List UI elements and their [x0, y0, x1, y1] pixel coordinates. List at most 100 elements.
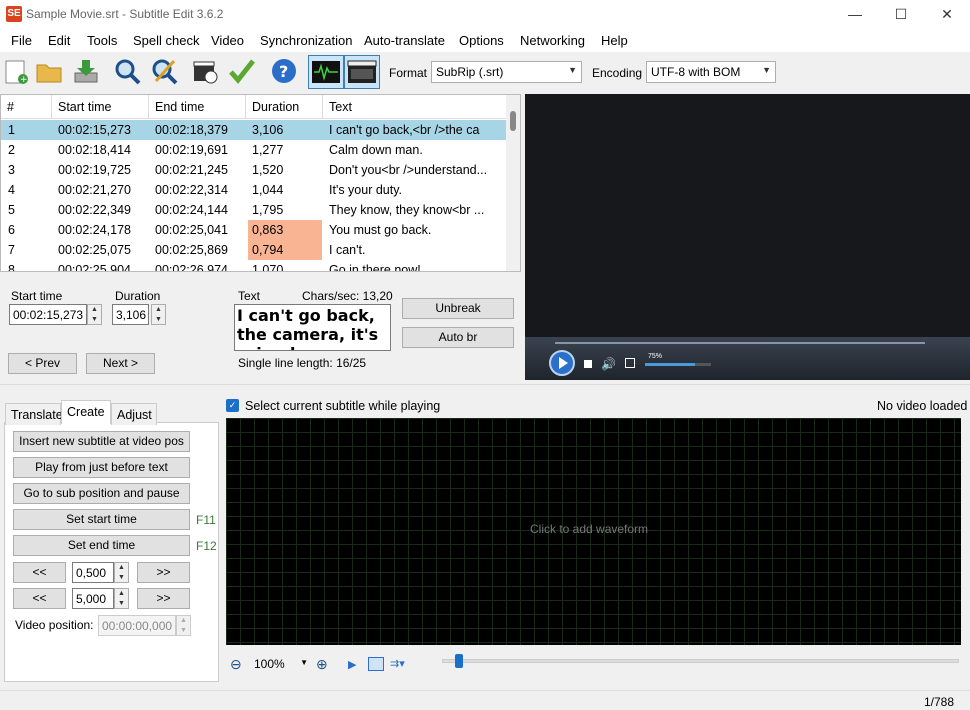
status-bar: 1/788: [0, 690, 970, 710]
volume-slider[interactable]: [645, 363, 711, 366]
table-row[interactable]: 4 00:02:21,270 00:02:22,314 1,044 It's your …: [1, 180, 507, 200]
step-forward-button-2[interactable]: >>: [137, 588, 190, 609]
menu-file[interactable]: File: [11, 33, 32, 48]
menu-auto-translate[interactable]: Auto-translate: [364, 33, 445, 48]
find-icon[interactable]: [113, 57, 141, 85]
format-select[interactable]: SubRip (.srt) ▼: [431, 61, 582, 83]
chars-per-sec: Chars/sec: 13,20: [302, 289, 393, 303]
step-spinner-2[interactable]: ▲ ▼: [114, 588, 129, 609]
zoom-out-icon[interactable]: ⊖: [230, 656, 242, 673]
menu-options[interactable]: Options: [459, 33, 504, 48]
column-header-end[interactable]: End time: [149, 95, 246, 119]
open-folder-icon[interactable]: [35, 57, 63, 85]
waveform-toggle-icon[interactable]: [308, 55, 344, 89]
stop-icon[interactable]: [584, 360, 592, 368]
help-icon[interactable]: ?: [270, 57, 298, 85]
more-actions-icon[interactable]: ⇉▾: [390, 657, 405, 670]
maximize-button[interactable]: ☐: [878, 0, 924, 30]
menu-tools[interactable]: Tools: [87, 33, 117, 48]
unbreak-button[interactable]: Unbreak: [402, 298, 514, 319]
select-while-playing-checkbox[interactable]: ✓: [226, 399, 239, 412]
goto-pause-button[interactable]: Go to sub position and pause: [13, 483, 190, 504]
step-input-2[interactable]: 5,000: [72, 588, 114, 609]
subtitle-count: 1/788: [924, 695, 955, 709]
close-button[interactable]: ✕: [924, 0, 970, 30]
set-end-time-button[interactable]: Set end time: [13, 535, 190, 556]
cell-end: 00:02:19,691: [155, 143, 228, 157]
zoom-in-icon[interactable]: ⊕: [316, 656, 328, 673]
seek-bar[interactable]: [555, 342, 925, 344]
play-icon[interactable]: [549, 350, 575, 376]
duration-spinner[interactable]: ▲ ▼: [151, 304, 166, 325]
tab-translate[interactable]: Translate: [5, 403, 63, 425]
cell-end: 00:02:24,144: [155, 203, 228, 217]
table-row[interactable]: 8 00:02:25,904 00:02:26,974 1,070 Go in ther…: [1, 260, 507, 271]
cell-text: You must go back.: [329, 223, 432, 237]
table-row[interactable]: 5 00:02:22,349 00:02:24,144 1,795 They know,…: [1, 200, 507, 220]
menu-edit[interactable]: Edit: [48, 33, 70, 48]
spell-check-icon[interactable]: [228, 57, 256, 85]
table-row[interactable]: 7 00:02:25,075 00:02:25,869 0,794 I can't.: [1, 240, 507, 260]
table-row[interactable]: 3 00:02:19,725 00:02:21,245 1,520 Don't you<…: [1, 160, 507, 180]
step-forward-button-1[interactable]: >>: [137, 562, 190, 583]
replace-icon[interactable]: [150, 57, 178, 85]
start-time-spinner[interactable]: ▲ ▼: [87, 304, 102, 325]
menu-help[interactable]: Help: [601, 33, 628, 48]
menu-synchronization[interactable]: Synchronization: [260, 33, 353, 48]
volume-icon[interactable]: 🔊: [601, 357, 616, 371]
waveform-canvas[interactable]: Click to add waveform: [226, 418, 961, 645]
visual-sync-icon[interactable]: [191, 57, 219, 85]
play-selection-icon[interactable]: ▶: [348, 658, 356, 671]
menu-networking[interactable]: Networking: [520, 33, 585, 48]
duration-label: Duration: [115, 289, 161, 303]
cell-dur: 0,863: [252, 223, 284, 237]
step-input-1[interactable]: 0,500: [72, 562, 114, 583]
minimize-button[interactable]: —: [832, 0, 878, 30]
cell-dur: 3,106: [252, 123, 284, 137]
tab-create[interactable]: Create: [61, 400, 111, 424]
step-spinner-1[interactable]: ▲ ▼: [114, 562, 129, 583]
video-toggle-icon[interactable]: [344, 55, 380, 89]
set-start-time-button[interactable]: Set start time: [13, 509, 190, 530]
insert-subtitle-button[interactable]: Insert new subtitle at video pos: [13, 431, 190, 452]
step-back-button-1[interactable]: <<: [13, 562, 66, 583]
position-slider-thumb[interactable]: [455, 654, 463, 668]
next-button[interactable]: Next >: [86, 353, 155, 374]
video-position-spinner[interactable]: ▲ ▼: [176, 615, 191, 636]
menu-video[interactable]: Video: [211, 33, 244, 48]
column-header-start[interactable]: Start time: [52, 95, 149, 119]
column-header-duration[interactable]: Duration: [246, 95, 323, 119]
chevron-down-icon: ▼: [762, 65, 771, 75]
video-position-input[interactable]: 00:00:00,000: [98, 615, 176, 636]
duration-input[interactable]: 3,106: [112, 304, 149, 325]
auto-br-button[interactable]: Auto br: [402, 327, 514, 348]
text-label: Text: [238, 289, 261, 303]
table-row[interactable]: 2 00:02:18,414 00:02:19,691 1,277 Calm down …: [1, 140, 507, 160]
download-icon[interactable]: [72, 57, 100, 85]
table-row[interactable]: 1 00:02:15,273 00:02:18,379 3,106 I can't go…: [1, 120, 507, 140]
menu-spell-check[interactable]: Spell check: [133, 33, 199, 48]
tab-adjust[interactable]: Adjust: [111, 403, 157, 425]
table-row[interactable]: 6 00:02:24,178 00:02:25,041 0,863 You must g…: [1, 220, 507, 240]
scroll-thumb[interactable]: [510, 111, 516, 131]
f11-shortcut: F11: [196, 513, 216, 527]
subtitle-text-editor[interactable]: I can't go back, the camera, it's ruined: [234, 304, 391, 351]
column-header-number[interactable]: #: [1, 95, 52, 119]
window-title: Sample Movie.srt - Subtitle Edit 3.6.2: [26, 7, 224, 21]
column-header-text[interactable]: Text: [323, 95, 507, 119]
step-back-button-2[interactable]: <<: [13, 588, 66, 609]
play-before-button[interactable]: Play from just before text: [13, 457, 190, 478]
prev-button[interactable]: < Prev: [8, 353, 77, 374]
cell-dur: 1,044: [252, 183, 284, 197]
grid-scrollbar[interactable]: [506, 95, 520, 271]
encoding-select[interactable]: UTF-8 with BOM ▼: [646, 61, 776, 83]
start-time-input[interactable]: 00:02:15,273: [9, 304, 87, 325]
position-slider[interactable]: [442, 654, 959, 668]
splitter[interactable]: [0, 384, 970, 385]
fullscreen-icon[interactable]: [625, 358, 635, 368]
video-position-label: Video position:: [15, 618, 94, 632]
cell-text: It's your duty.: [329, 183, 403, 197]
scene-change-icon[interactable]: [368, 657, 384, 671]
zoom-select[interactable]: 100% ▼: [250, 653, 310, 675]
new-file-icon[interactable]: +: [2, 57, 30, 85]
